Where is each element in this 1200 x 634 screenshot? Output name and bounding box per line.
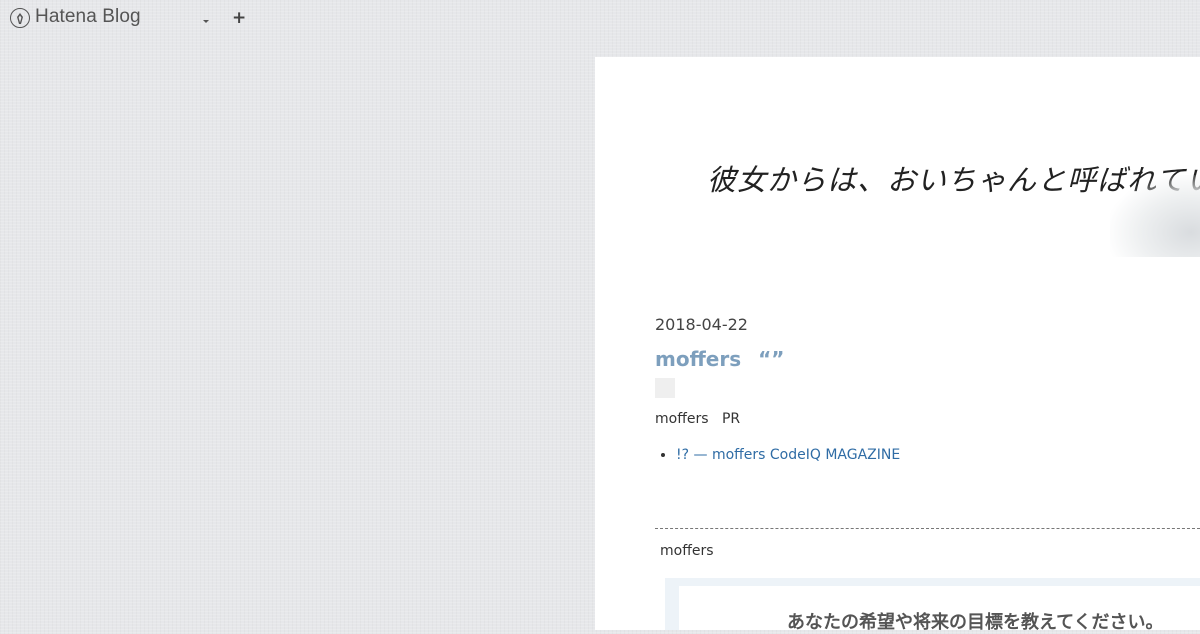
blog-header-banner[interactable]: 彼女からは、おいちゃんと呼ばれています [595, 57, 1200, 257]
caret-down-icon [202, 9, 210, 28]
hatena-blog-logo[interactable]: Hatena Blog [10, 6, 141, 29]
post-title-link[interactable]: moffers “” [655, 347, 784, 371]
post-meta-item: moffers [655, 411, 709, 427]
post-date: 2018-04-22 [655, 315, 748, 334]
blog-menu-dropdown[interactable] [199, 13, 213, 23]
top-navigation-bar: Hatena Blog + [0, 0, 1200, 38]
post-meta: moffers PR [655, 411, 740, 427]
blog-content-area: 彼女からは、おいちゃんと呼ばれています 2018-04-22 moffers “… [595, 57, 1200, 633]
post-meta-item: PR [721, 411, 741, 427]
create-post-button[interactable]: + [232, 9, 246, 27]
post-links-list: !? — moffers CodeIQ MAGAZINE [676, 447, 900, 463]
promotion-card[interactable]: あなたの希望や将来の目標を教えてください。 [679, 586, 1200, 633]
section-label: moffers [660, 543, 714, 559]
post-title-text: moffers [655, 347, 742, 371]
section-divider [655, 528, 1200, 529]
post-thumbnail[interactable] [655, 378, 675, 398]
promotion-box[interactable]: あなたの希望や将来の目標を教えてください。 [665, 578, 1200, 633]
codeiq-magazine-link[interactable]: !? — moffers CodeIQ MAGAZINE [676, 447, 900, 463]
logo-text: Hatena Blog [35, 6, 141, 27]
post-title-quotes: “” [758, 347, 785, 371]
hatena-logo-icon [10, 8, 30, 28]
header-decoration [1110, 175, 1200, 257]
promotion-text: あなたの希望や将来の目標を教えてください。 [787, 612, 1164, 633]
list-item: !? — moffers CodeIQ MAGAZINE [676, 447, 900, 463]
